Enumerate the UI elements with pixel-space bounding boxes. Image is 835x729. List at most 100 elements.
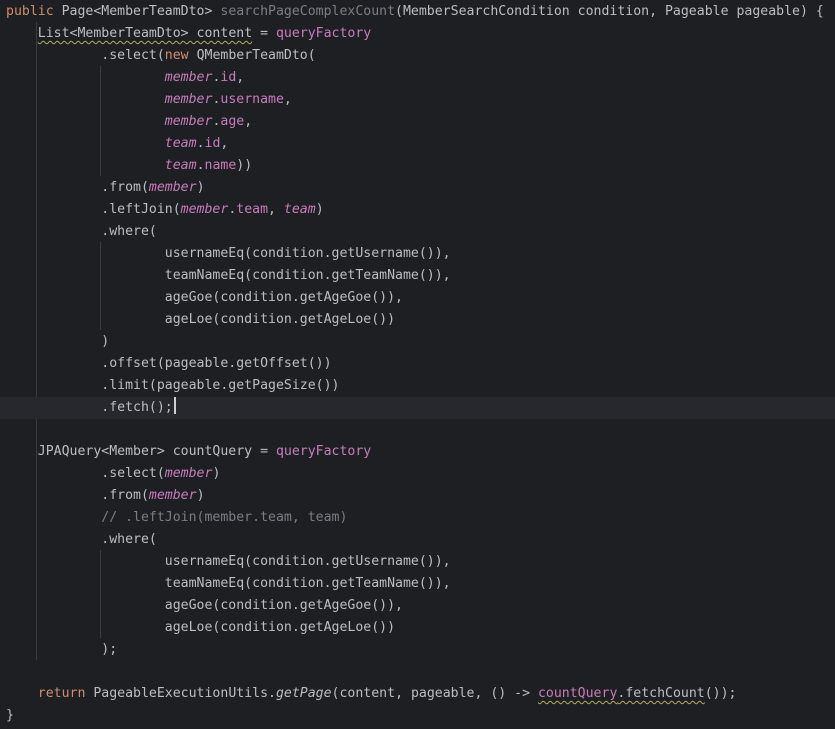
- code-token: .limit(pageable.getPageSize()): [6, 378, 340, 393]
- code-token: .: [196, 158, 205, 173]
- code-line[interactable]: .fetch();: [0, 397, 835, 419]
- code-line[interactable]: .leftJoin(member.team, team): [0, 199, 835, 221]
- code-line[interactable]: team.name)): [0, 155, 835, 177]
- code-line[interactable]: member.age,: [0, 111, 835, 133]
- code-token: Page<MemberTeamDto>: [61, 4, 221, 19]
- code-token: .fetchCount: [617, 686, 705, 701]
- code-token: .leftJoin(: [6, 202, 181, 217]
- code-token: .from(: [6, 488, 149, 503]
- code-token: PageableExecutionUtils.: [93, 686, 276, 701]
- code-token: team: [164, 136, 197, 151]
- code-token: ,: [283, 92, 292, 107]
- code-token: ): [212, 466, 221, 481]
- code-line[interactable]: .select(member): [0, 463, 835, 485]
- code-token: ): [315, 202, 324, 217]
- code-token: teamNameEq(condition.getTeamName()),: [6, 268, 451, 283]
- code-line[interactable]: ): [0, 331, 835, 353]
- code-line[interactable]: .limit(pageable.getPageSize()): [0, 375, 835, 397]
- code-line[interactable]: usernameEq(condition.getUsername()),: [0, 243, 835, 265]
- code-token: List<MemberTeamDto> content: [37, 26, 253, 41]
- code-line[interactable]: .from(member): [0, 177, 835, 199]
- code-token: name: [204, 158, 237, 173]
- code-line[interactable]: JPAQuery<Member> countQuery = queryFacto…: [0, 441, 835, 463]
- code-line[interactable]: // .leftJoin(member.team, team): [0, 507, 835, 529]
- code-token: ageLoe(condition.getAgeLoe()): [6, 312, 396, 327]
- code-token: searchPageComplexCount: [220, 4, 396, 19]
- code-line[interactable]: member.username,: [0, 89, 835, 111]
- code-token: (content, pageable, () ->: [331, 686, 538, 701]
- code-token: .where(: [6, 224, 157, 239]
- code-line[interactable]: [0, 661, 835, 683]
- code-token: queryFactory: [275, 444, 372, 459]
- code-token: ): [6, 334, 110, 349]
- code-token: member: [164, 92, 213, 107]
- code-line[interactable]: .where(: [0, 221, 835, 243]
- code-line[interactable]: ageLoe(condition.getAgeLoe()): [0, 617, 835, 639]
- code-line[interactable]: List<MemberTeamDto> content = queryFacto…: [0, 23, 835, 45]
- code-token: =: [252, 26, 276, 41]
- code-line[interactable]: ageGoe(condition.getAgeGoe()),: [0, 595, 835, 617]
- code-line[interactable]: }: [0, 705, 835, 727]
- code-token: member: [148, 488, 197, 503]
- code-line[interactable]: member.id,: [0, 67, 835, 89]
- code-token: );: [6, 642, 118, 657]
- code-token: usernameEq(condition.getUsername()),: [6, 554, 451, 569]
- code-token: ): [196, 488, 205, 503]
- code-token: new: [164, 48, 197, 63]
- code-token: id: [204, 136, 221, 151]
- code-line[interactable]: teamNameEq(condition.getTeamName()),: [0, 265, 835, 287]
- code-line[interactable]: ageLoe(condition.getAgeLoe()): [0, 309, 835, 331]
- code-line[interactable]: public Page<MemberTeamDto> searchPageCom…: [0, 1, 835, 23]
- code-token: member: [180, 202, 229, 217]
- code-token: member: [148, 180, 197, 195]
- code-line[interactable]: teamNameEq(condition.getTeamName()),: [0, 573, 835, 595]
- code-token: )): [236, 158, 253, 173]
- code-line[interactable]: .from(member): [0, 485, 835, 507]
- code-token: return: [37, 686, 94, 701]
- code-token: .where(: [6, 532, 157, 547]
- code-token: }: [6, 708, 14, 723]
- code-token: // .leftJoin(member.team, team): [6, 510, 348, 525]
- code-editor[interactable]: public Page<MemberTeamDto> searchPageCom…: [0, 0, 835, 729]
- code-token: getPage: [275, 686, 332, 701]
- code-token: (MemberSearchCondition condition, Pageab…: [395, 4, 824, 19]
- code-line[interactable]: usernameEq(condition.getUsername()),: [0, 551, 835, 573]
- code-token: ,: [236, 70, 245, 85]
- code-token: ): [196, 180, 205, 195]
- code-token: ());: [704, 686, 737, 701]
- code-token: usernameEq(condition.getUsername()),: [6, 246, 451, 261]
- code-line[interactable]: team.id,: [0, 133, 835, 155]
- code-line[interactable]: return PageableExecutionUtils.getPage(co…: [0, 683, 835, 705]
- code-token: QMemberTeamDto(: [196, 48, 316, 63]
- code-token: member: [164, 466, 213, 481]
- code-line[interactable]: );: [0, 639, 835, 661]
- code-token: public: [6, 4, 62, 19]
- code-token: age: [220, 114, 245, 129]
- code-token: team: [283, 202, 316, 217]
- code-token: .fetch();: [6, 400, 173, 415]
- code-token: countQuery: [537, 686, 618, 701]
- code-token: .select(: [6, 48, 165, 63]
- code-token: .: [196, 136, 205, 151]
- code-line[interactable]: .where(: [0, 529, 835, 551]
- code-token: teamNameEq(condition.getTeamName()),: [6, 576, 451, 591]
- code-token: .offset(pageable.getOffset()): [6, 356, 332, 371]
- code-token: .from(: [6, 180, 149, 195]
- code-token: team: [164, 158, 197, 173]
- code-line[interactable]: ageGoe(condition.getAgeGoe()),: [0, 287, 835, 309]
- code-line[interactable]: [0, 419, 835, 441]
- code-token: ,: [220, 136, 229, 151]
- code-line[interactable]: .offset(pageable.getOffset()): [0, 353, 835, 375]
- code-token: ageGoe(condition.getAgeGoe()),: [6, 290, 403, 305]
- code-token: ,: [244, 114, 253, 129]
- code-token: username: [220, 92, 284, 107]
- code-token: queryFactory: [275, 26, 372, 41]
- code-token: member: [164, 114, 213, 129]
- code-token: .select(: [6, 466, 165, 481]
- code-line[interactable]: .select(new QMemberTeamDto(: [0, 45, 835, 67]
